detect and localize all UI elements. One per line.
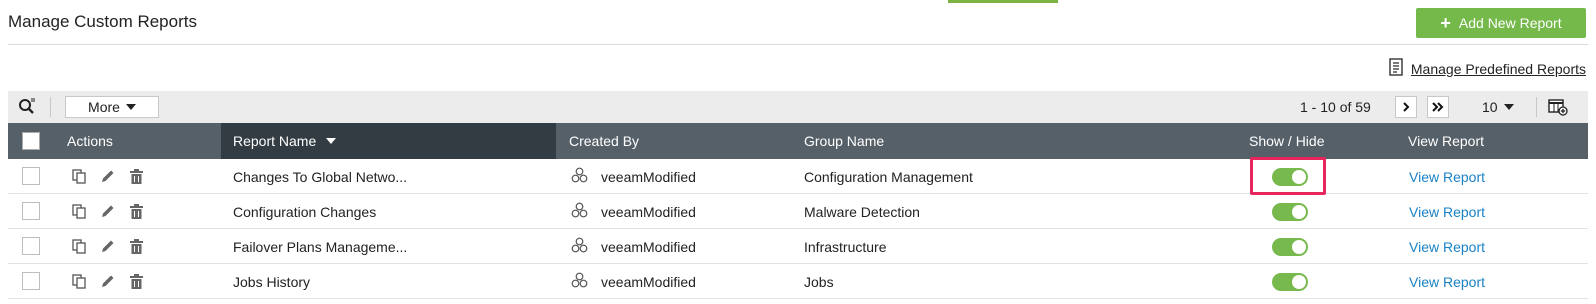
per-page-value: 10 bbox=[1482, 99, 1498, 115]
edit-icon[interactable] bbox=[100, 204, 115, 222]
view-report-link[interactable]: View Report bbox=[1409, 264, 1485, 299]
copy-icon[interactable] bbox=[72, 204, 86, 222]
column-header-group-name[interactable]: Group Name bbox=[804, 123, 884, 159]
page-range: 1 - 10 of 59 bbox=[1300, 99, 1371, 115]
toggle-knob bbox=[1292, 275, 1306, 289]
created-by-cell: veeamModified bbox=[571, 194, 696, 229]
user-group-icon bbox=[571, 272, 588, 292]
next-page-button[interactable] bbox=[1395, 96, 1417, 118]
next-page-icon bbox=[1403, 102, 1410, 112]
view-report-link[interactable]: View Report bbox=[1409, 194, 1485, 229]
page-title: Manage Custom Reports bbox=[8, 12, 197, 31]
created-by-cell: veeamModified bbox=[571, 229, 696, 264]
created-by-value: veeamModified bbox=[601, 238, 696, 255]
view-report-link[interactable]: View Report bbox=[1409, 159, 1485, 194]
show-hide-toggle[interactable] bbox=[1272, 273, 1308, 291]
last-page-button[interactable] bbox=[1427, 96, 1449, 118]
report-name-cell: Jobs History bbox=[233, 273, 311, 290]
report-doc-icon bbox=[1389, 58, 1403, 79]
copy-icon[interactable] bbox=[72, 239, 86, 257]
more-dropdown[interactable]: More bbox=[65, 96, 159, 118]
top-accent-bar bbox=[948, 0, 1058, 3]
toolbar-separator bbox=[50, 97, 51, 117]
column-chooser-icon[interactable] bbox=[1548, 98, 1568, 121]
copy-icon[interactable] bbox=[72, 274, 86, 292]
column-header-created-by[interactable]: Created By bbox=[569, 123, 639, 159]
search-icon[interactable] bbox=[18, 98, 36, 121]
report-name-header-label: Report Name bbox=[233, 133, 317, 149]
toggle-knob bbox=[1292, 205, 1306, 219]
add-new-report-button[interactable]: + Add New Report bbox=[1416, 8, 1586, 38]
caret-down-icon bbox=[125, 104, 136, 110]
table-row: Configuration Changes veeamModified Malw… bbox=[8, 194, 1588, 229]
group-name-cell: Malware Detection bbox=[804, 203, 920, 220]
toggle-knob bbox=[1292, 240, 1306, 254]
plus-icon: + bbox=[1440, 13, 1451, 33]
row-checkbox[interactable] bbox=[22, 272, 40, 290]
more-label: More bbox=[88, 99, 120, 115]
created-by-value: veeamModified bbox=[601, 168, 696, 185]
table-row: Jobs History veeamModified Jobs View Rep… bbox=[8, 264, 1588, 299]
group-name-cell: Infrastructure bbox=[804, 238, 887, 255]
column-header-view-report: View Report bbox=[1408, 133, 1485, 149]
table-header: Actions Report Name Created By Group Nam… bbox=[8, 123, 1588, 159]
delete-icon[interactable] bbox=[130, 239, 143, 257]
select-all-checkbox[interactable] bbox=[22, 132, 40, 150]
user-group-icon bbox=[571, 237, 588, 257]
show-hide-toggle[interactable] bbox=[1272, 238, 1308, 256]
group-name-cell: Jobs bbox=[804, 273, 834, 290]
manage-predefined-reports-link[interactable]: Manage Predefined Reports bbox=[1411, 61, 1586, 77]
created-by-value: veeamModified bbox=[601, 273, 696, 290]
show-hide-toggle[interactable] bbox=[1272, 203, 1308, 221]
user-group-icon bbox=[571, 167, 588, 187]
divider bbox=[8, 44, 1588, 45]
table-toolbar: More 1 - 10 of 59 10 bbox=[8, 91, 1588, 123]
row-checkbox[interactable] bbox=[22, 202, 40, 220]
delete-icon[interactable] bbox=[130, 204, 143, 222]
sort-desc-icon bbox=[326, 138, 337, 144]
per-page-select[interactable]: 10 bbox=[1482, 99, 1514, 115]
created-by-value: veeamModified bbox=[601, 203, 696, 220]
group-name-cell: Configuration Management bbox=[804, 168, 973, 185]
copy-icon[interactable] bbox=[72, 169, 86, 187]
view-report-link[interactable]: View Report bbox=[1409, 229, 1485, 264]
edit-icon[interactable] bbox=[100, 169, 115, 187]
report-name-cell: Changes To Global Netwo... bbox=[233, 168, 408, 185]
column-header-show-hide: Show / Hide bbox=[1249, 133, 1325, 149]
toolbar-separator bbox=[1536, 97, 1537, 117]
delete-icon[interactable] bbox=[130, 274, 143, 292]
created-by-cell: veeamModified bbox=[571, 264, 696, 299]
row-checkbox[interactable] bbox=[22, 237, 40, 255]
edit-icon[interactable] bbox=[100, 239, 115, 257]
toggle-knob bbox=[1292, 170, 1306, 184]
last-page-icon bbox=[1432, 102, 1444, 112]
column-header-report-name[interactable]: Report Name bbox=[221, 123, 556, 159]
column-header-actions: Actions bbox=[67, 133, 113, 149]
report-name-cell: Configuration Changes bbox=[233, 203, 377, 220]
table-row: Changes To Global Netwo... veeamModified… bbox=[8, 159, 1588, 194]
add-new-report-label: Add New Report bbox=[1458, 15, 1562, 31]
caret-down-icon bbox=[1503, 104, 1514, 110]
table-row: Failover Plans Manageme... veeamModified… bbox=[8, 229, 1588, 264]
delete-icon[interactable] bbox=[130, 169, 143, 187]
created-by-cell: veeamModified bbox=[571, 159, 696, 194]
user-group-icon bbox=[571, 202, 588, 222]
show-hide-toggle[interactable] bbox=[1272, 168, 1308, 186]
report-name-cell: Failover Plans Manageme... bbox=[233, 238, 408, 255]
edit-icon[interactable] bbox=[100, 274, 115, 292]
row-checkbox[interactable] bbox=[22, 167, 40, 185]
manage-predefined-reports[interactable]: Manage Predefined Reports bbox=[1389, 58, 1586, 79]
